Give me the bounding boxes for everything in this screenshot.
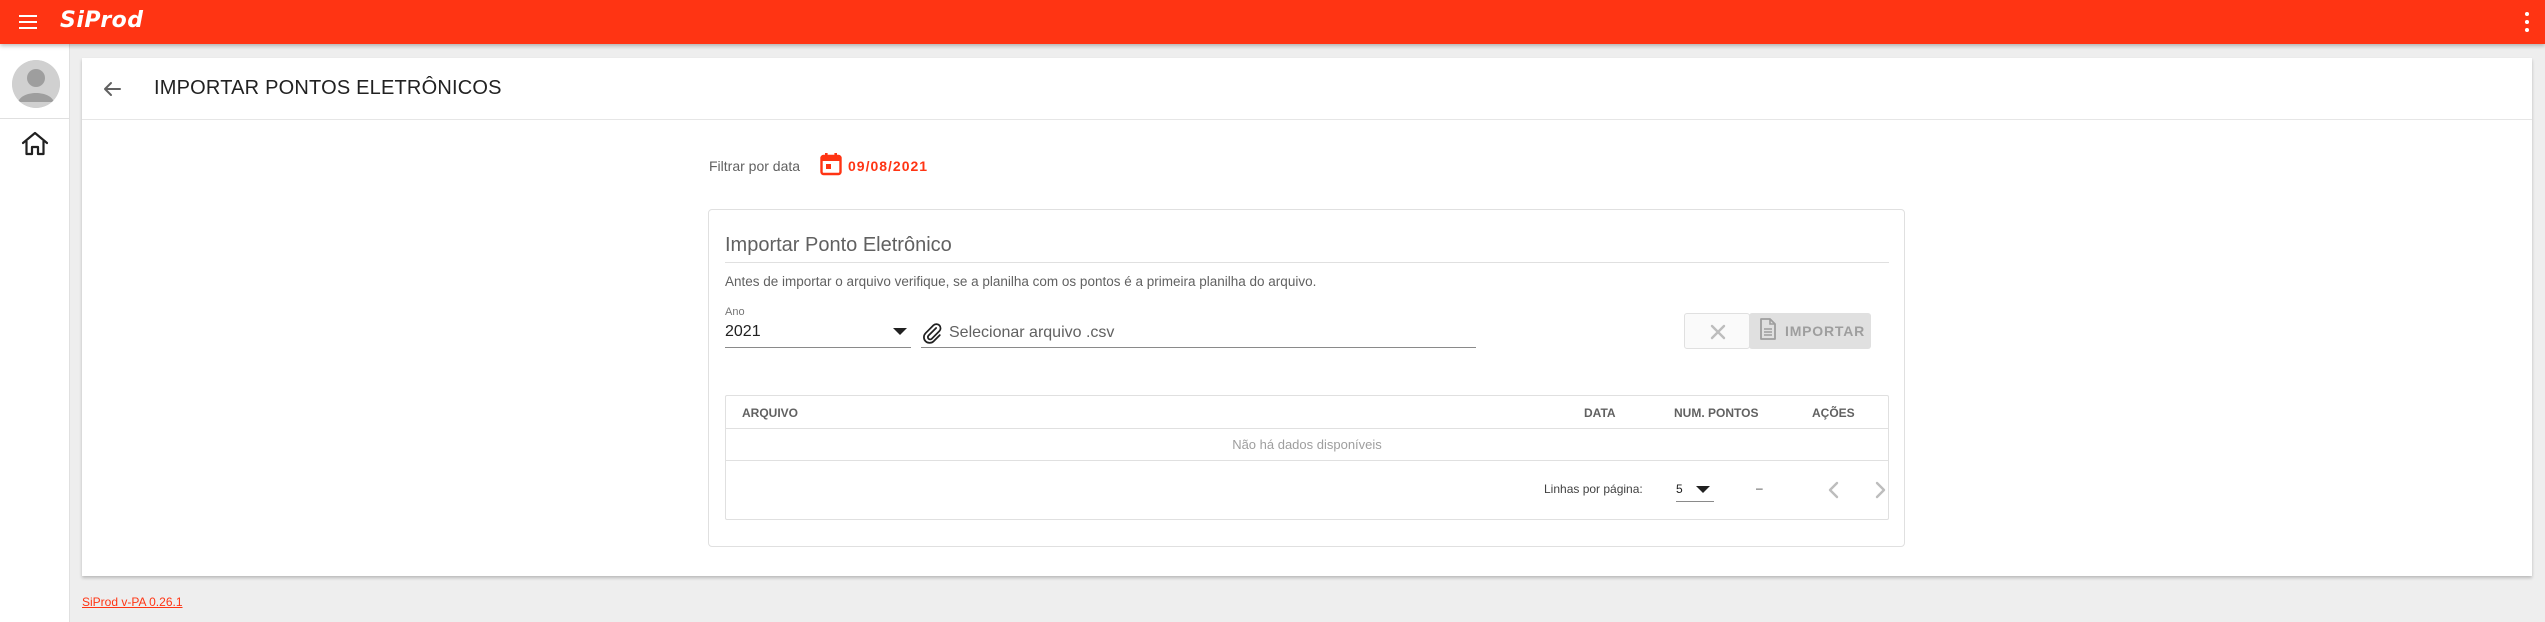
main-card: IMPORTAR PONTOS ELETRÔNICOS Filtrar por …: [82, 58, 2532, 576]
empty-table-message: Não há dados disponíveis: [1232, 437, 1382, 452]
page-title: IMPORTAR PONTOS ELETRÔNICOS: [154, 77, 502, 99]
home-icon[interactable]: [19, 128, 51, 160]
rows-per-page-select[interactable]: 5: [1676, 478, 1714, 502]
rows-per-page-label: Linhas por página:: [1544, 482, 1643, 496]
version-link[interactable]: SiProd v-PA 0.26.1: [82, 595, 183, 609]
import-note: Antes de importar o arquivo verifique, s…: [725, 274, 1317, 289]
column-header-arquivo[interactable]: ARQUIVO: [742, 406, 798, 420]
card-header: IMPORTAR PONTOS ELETRÔNICOS: [82, 58, 2532, 120]
year-value: 2021: [725, 323, 761, 340]
app-logo: SiProd: [60, 8, 144, 33]
side-nav: [0, 44, 70, 622]
page-range: –: [1756, 481, 1763, 495]
chevron-left-icon[interactable]: [1820, 476, 1848, 504]
calendar-icon: [820, 152, 842, 181]
column-header-data[interactable]: DATA: [1584, 406, 1616, 420]
year-select[interactable]: Ano 2021: [725, 306, 911, 348]
panel-divider: [725, 262, 1889, 263]
year-label: Ano: [725, 306, 745, 318]
menu-icon[interactable]: [16, 10, 40, 34]
file-input-placeholder: Selecionar arquivo .csv: [949, 324, 1115, 341]
column-header-num-pontos[interactable]: NUM. PONTOS: [1674, 406, 1758, 420]
imports-table: ARQUIVO DATA NUM. PONTOS AÇÕES Não há da…: [725, 395, 1889, 520]
paperclip-icon: [921, 322, 943, 344]
rail-divider: [0, 118, 70, 119]
import-button[interactable]: IMPORTAR: [1749, 313, 1871, 349]
arrow-back-icon[interactable]: [98, 75, 126, 103]
file-icon: [1759, 317, 1777, 345]
filter-date-label: Filtrar por data: [709, 158, 801, 174]
column-header-acoes: AÇÕES: [1812, 406, 1855, 420]
more-vert-icon[interactable]: [2515, 10, 2539, 34]
top-app-bar: SiProd: [0, 0, 2545, 44]
user-avatar-icon[interactable]: [12, 60, 60, 108]
import-button-label: IMPORTAR: [1785, 323, 1866, 339]
chevron-down-icon: [1696, 486, 1710, 493]
close-icon: [1707, 321, 1729, 348]
chevron-right-icon[interactable]: [1866, 476, 1894, 504]
rows-per-page-value: 5: [1676, 482, 1683, 496]
filter-date-value: 09/08/2021: [848, 158, 929, 174]
import-panel-title: Importar Ponto Eletrônico: [725, 234, 952, 256]
import-panel: Importar Ponto Eletrônico Antes de impor…: [708, 209, 1905, 547]
date-filter-button[interactable]: 09/08/2021: [820, 152, 929, 181]
file-input[interactable]: Selecionar arquivo .csv: [921, 320, 1476, 348]
clear-file-button[interactable]: [1684, 313, 1750, 349]
chevron-down-icon: [893, 328, 907, 335]
